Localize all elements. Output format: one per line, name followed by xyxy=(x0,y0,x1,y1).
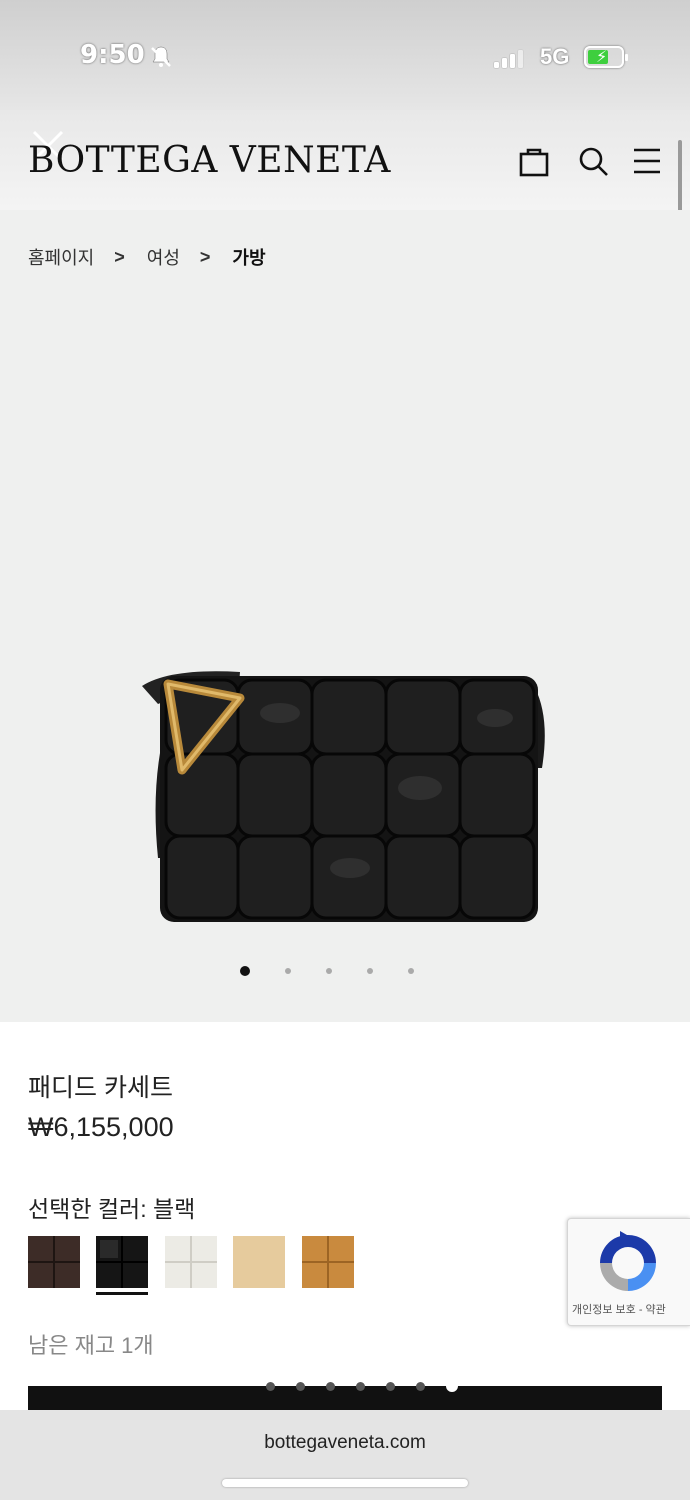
carousel-dot-active xyxy=(446,1380,458,1392)
product-name: 패디드 카세트 xyxy=(28,1074,173,1102)
stock-status: 남은 재고 1개 xyxy=(28,1333,154,1358)
color-swatch-beige[interactable] xyxy=(233,1236,285,1288)
selected-swatch-indicator xyxy=(96,1292,148,1295)
breadcrumb-women[interactable]: 여성 xyxy=(147,244,180,270)
carousel-dot xyxy=(386,1381,395,1391)
color-swatch-white[interactable] xyxy=(165,1236,217,1288)
breadcrumb-home[interactable]: 홈페이지 xyxy=(28,244,94,270)
carousel-dot xyxy=(296,1381,305,1391)
network-label: 5G xyxy=(540,44,570,69)
product-image xyxy=(142,671,545,922)
recaptcha-badge[interactable]: 개인정보 보호 - 약관 xyxy=(567,1218,690,1326)
signal-icon xyxy=(494,48,523,68)
gallery-dot[interactable] xyxy=(367,968,373,974)
menu-icon[interactable] xyxy=(632,144,666,178)
search-icon[interactable] xyxy=(576,144,610,178)
silent-bell-icon xyxy=(151,46,171,67)
browser-url-bar[interactable]: bottegaveneta.com xyxy=(0,1410,690,1500)
gallery-dot[interactable] xyxy=(408,968,414,974)
brand-logo[interactable]: BOTTEGA VENETA xyxy=(28,140,391,181)
color-swatch-fondant[interactable] xyxy=(28,1236,80,1288)
carousel-dot xyxy=(326,1381,335,1391)
recaptcha-privacy-terms[interactable]: 개인정보 보호 - 약관 xyxy=(572,1301,666,1317)
breadcrumb-separator: > xyxy=(114,246,125,267)
gallery-dot[interactable] xyxy=(326,968,332,974)
breadcrumb: 홈페이지 > 여성 > 가방 xyxy=(28,244,266,270)
carousel-dot xyxy=(356,1381,365,1391)
breadcrumb-bags[interactable]: 가방 xyxy=(232,244,265,270)
product-price: ₩6,155,000 xyxy=(28,1112,174,1142)
product-gallery[interactable]: 홈페이지 > 여성 > 가방 xyxy=(0,210,690,1022)
selected-color-label: 선택한 컬러: 블랙 xyxy=(28,1196,196,1222)
browser-url[interactable]: bottegaveneta.com xyxy=(0,1432,690,1454)
site-header: BOTTEGA VENETA xyxy=(0,110,690,210)
gallery-pagination[interactable] xyxy=(240,966,414,976)
gallery-dot[interactable] xyxy=(285,968,291,974)
breadcrumb-separator: > xyxy=(199,246,211,267)
shopping-bag-icon[interactable] xyxy=(517,144,551,178)
carousel-pagination xyxy=(266,1380,458,1392)
battery-icon: ⚡ xyxy=(584,46,628,68)
home-indicator[interactable] xyxy=(222,1479,468,1487)
status-bar: 9:50 5G ⚡ xyxy=(0,0,690,110)
color-swatch-caramel[interactable] xyxy=(302,1236,354,1288)
color-swatch-black[interactable] xyxy=(96,1236,148,1288)
status-time: 9:50 xyxy=(80,40,145,70)
recaptcha-icon xyxy=(600,1231,656,1291)
carousel-dot xyxy=(416,1381,425,1391)
carousel-dot xyxy=(266,1381,275,1391)
product-info: 패디드 카세트 ₩6,155,000 선택한 컬러: 블랙 남은 재고 1개 xyxy=(0,1022,690,1412)
gallery-dot[interactable] xyxy=(240,966,250,976)
